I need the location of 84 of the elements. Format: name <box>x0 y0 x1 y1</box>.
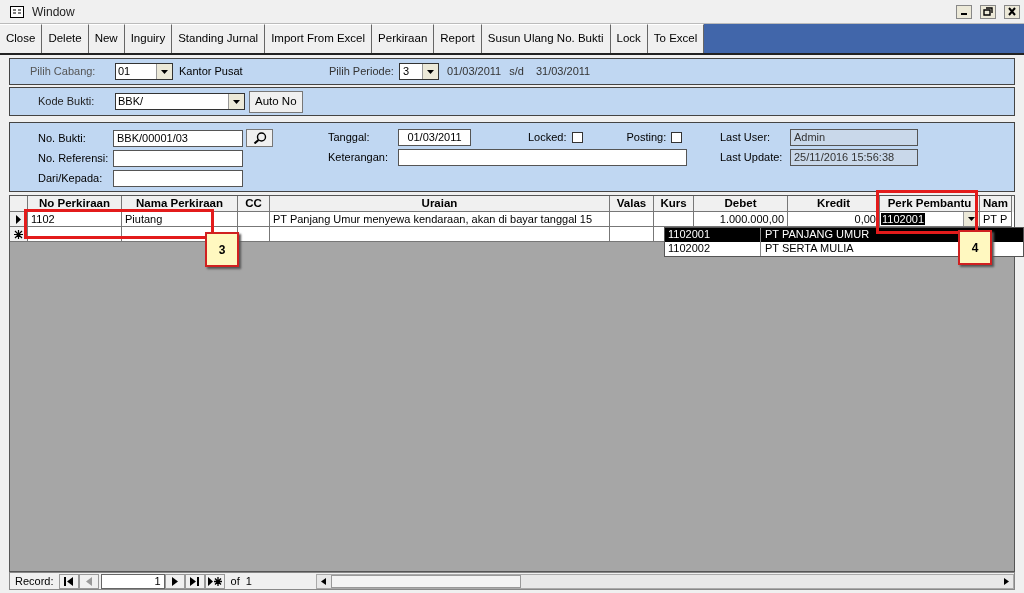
field-label: No. Referensi: <box>38 151 110 167</box>
column-header[interactable]: Debet <box>694 196 788 212</box>
toolbar-button[interactable]: New <box>88 24 125 53</box>
periode-dropdown[interactable]: 3 <box>399 63 439 80</box>
date-to: 31/03/2011 <box>535 64 591 80</box>
date-from: 01/03/2011 <box>447 64 502 80</box>
toolbar-button[interactable]: Perkiraan <box>372 24 435 53</box>
first-record-icon <box>63 576 74 586</box>
caret-icon <box>161 69 168 74</box>
column-header[interactable]: Nam <box>980 196 1012 212</box>
window-title: Window <box>32 3 76 21</box>
record-nav-button[interactable] <box>204 573 225 589</box>
kode-bukti-dropdown[interactable]: BBK/ <box>115 93 245 110</box>
callout-label: 4 <box>958 230 992 265</box>
field-label: Kode Bukti: <box>38 94 96 110</box>
horizontal-scrollbar[interactable] <box>315 573 1014 589</box>
toolbar-button[interactable]: Import From Excel <box>265 24 373 53</box>
caret-icon <box>427 69 434 74</box>
field-label: Keterangan: <box>328 150 389 166</box>
field-label: Pilih Cabang: <box>30 64 97 80</box>
column-header[interactable]: Kurs <box>654 196 694 212</box>
field-label: Posting: <box>626 130 667 146</box>
toolbar-button[interactable]: Report <box>434 24 482 53</box>
toolbar-button[interactable]: Delete <box>42 24 89 53</box>
field-label: Last Update: <box>720 150 784 166</box>
checkbox[interactable] <box>571 132 583 143</box>
field-label: Tanggal: <box>328 130 371 146</box>
toolbar-button[interactable]: To Excel <box>647 24 705 53</box>
field-label: Locked: <box>528 130 567 146</box>
field-label: No. Bukti: <box>38 130 87 146</box>
dropdown-arrow-button[interactable] <box>422 64 438 79</box>
minimize-button[interactable] <box>956 4 972 19</box>
column-header[interactable]: Valas <box>610 196 654 212</box>
restore-button[interactable] <box>980 4 996 19</box>
last-record-icon <box>189 576 200 586</box>
cabang-dropdown[interactable]: 01 <box>115 63 173 80</box>
tanggal-field[interactable]: 01/03/2011 <box>398 129 471 146</box>
column-header[interactable]: CC <box>238 196 270 212</box>
dropdown-arrow-button[interactable] <box>156 64 172 79</box>
dropdown-arrow-button[interactable] <box>228 94 244 109</box>
scrollbar-thumb[interactable] <box>330 574 521 588</box>
caret-icon <box>233 99 240 104</box>
toolbar-button[interactable]: Inguiry <box>124 24 173 53</box>
current-row-icon <box>16 214 21 224</box>
new-record-icon <box>207 576 222 586</box>
column-header[interactable]: Kredit <box>788 196 880 212</box>
record-nav-button[interactable] <box>58 573 79 589</box>
restore-icon <box>983 7 993 16</box>
record-total: 1 <box>245 573 253 589</box>
row-selector-header <box>10 196 28 212</box>
new-row-icon <box>14 229 23 239</box>
record-label: Record: <box>14 573 55 589</box>
toolbar-button[interactable]: Close <box>0 24 43 53</box>
dari-kepada-field[interactable] <box>113 170 243 187</box>
caret-icon <box>968 217 975 221</box>
checkbox[interactable] <box>671 132 683 143</box>
toolbar-button[interactable]: Lock <box>610 24 648 53</box>
field-label: Pilih Periode: <box>329 64 395 80</box>
date-separator: s/d <box>509 64 524 80</box>
search-button[interactable] <box>246 129 273 147</box>
search-icon <box>252 132 267 144</box>
toolbar-button[interactable]: Standing Jurnal <box>172 24 266 53</box>
column-header[interactable]: Perk Pembantu <box>880 196 980 212</box>
auto-no-button[interactable]: Auto No <box>249 90 303 113</box>
no-referensi-field[interactable] <box>113 150 243 167</box>
no-bukti-field[interactable]: BBK/00001/03 <box>113 129 243 147</box>
record-number-field[interactable]: 1 <box>100 573 165 589</box>
last-update-field[interactable]: 25/11/2016 15:56:38 <box>790 149 918 166</box>
close-button[interactable] <box>1004 4 1020 19</box>
record-of-label: of <box>230 573 240 589</box>
field-label: Dari/Kepada: <box>38 171 104 187</box>
record-nav-button[interactable] <box>164 573 185 589</box>
column-header[interactable]: Uraian <box>270 196 610 212</box>
close-icon <box>1007 7 1017 16</box>
last-user-field[interactable]: Admin <box>790 129 918 146</box>
toolbar-button[interactable]: Susun Ulang No. Bukti <box>481 24 611 53</box>
branch-name: Kantor Pusat <box>179 64 244 80</box>
next-record-icon <box>171 576 178 586</box>
record-nav-button[interactable] <box>184 573 205 589</box>
form-icon <box>10 5 24 18</box>
field-label: Last User: <box>720 130 772 146</box>
keterangan-field[interactable] <box>398 149 687 166</box>
previous-record-icon <box>85 576 92 586</box>
callout-label: 3 <box>205 232 239 267</box>
